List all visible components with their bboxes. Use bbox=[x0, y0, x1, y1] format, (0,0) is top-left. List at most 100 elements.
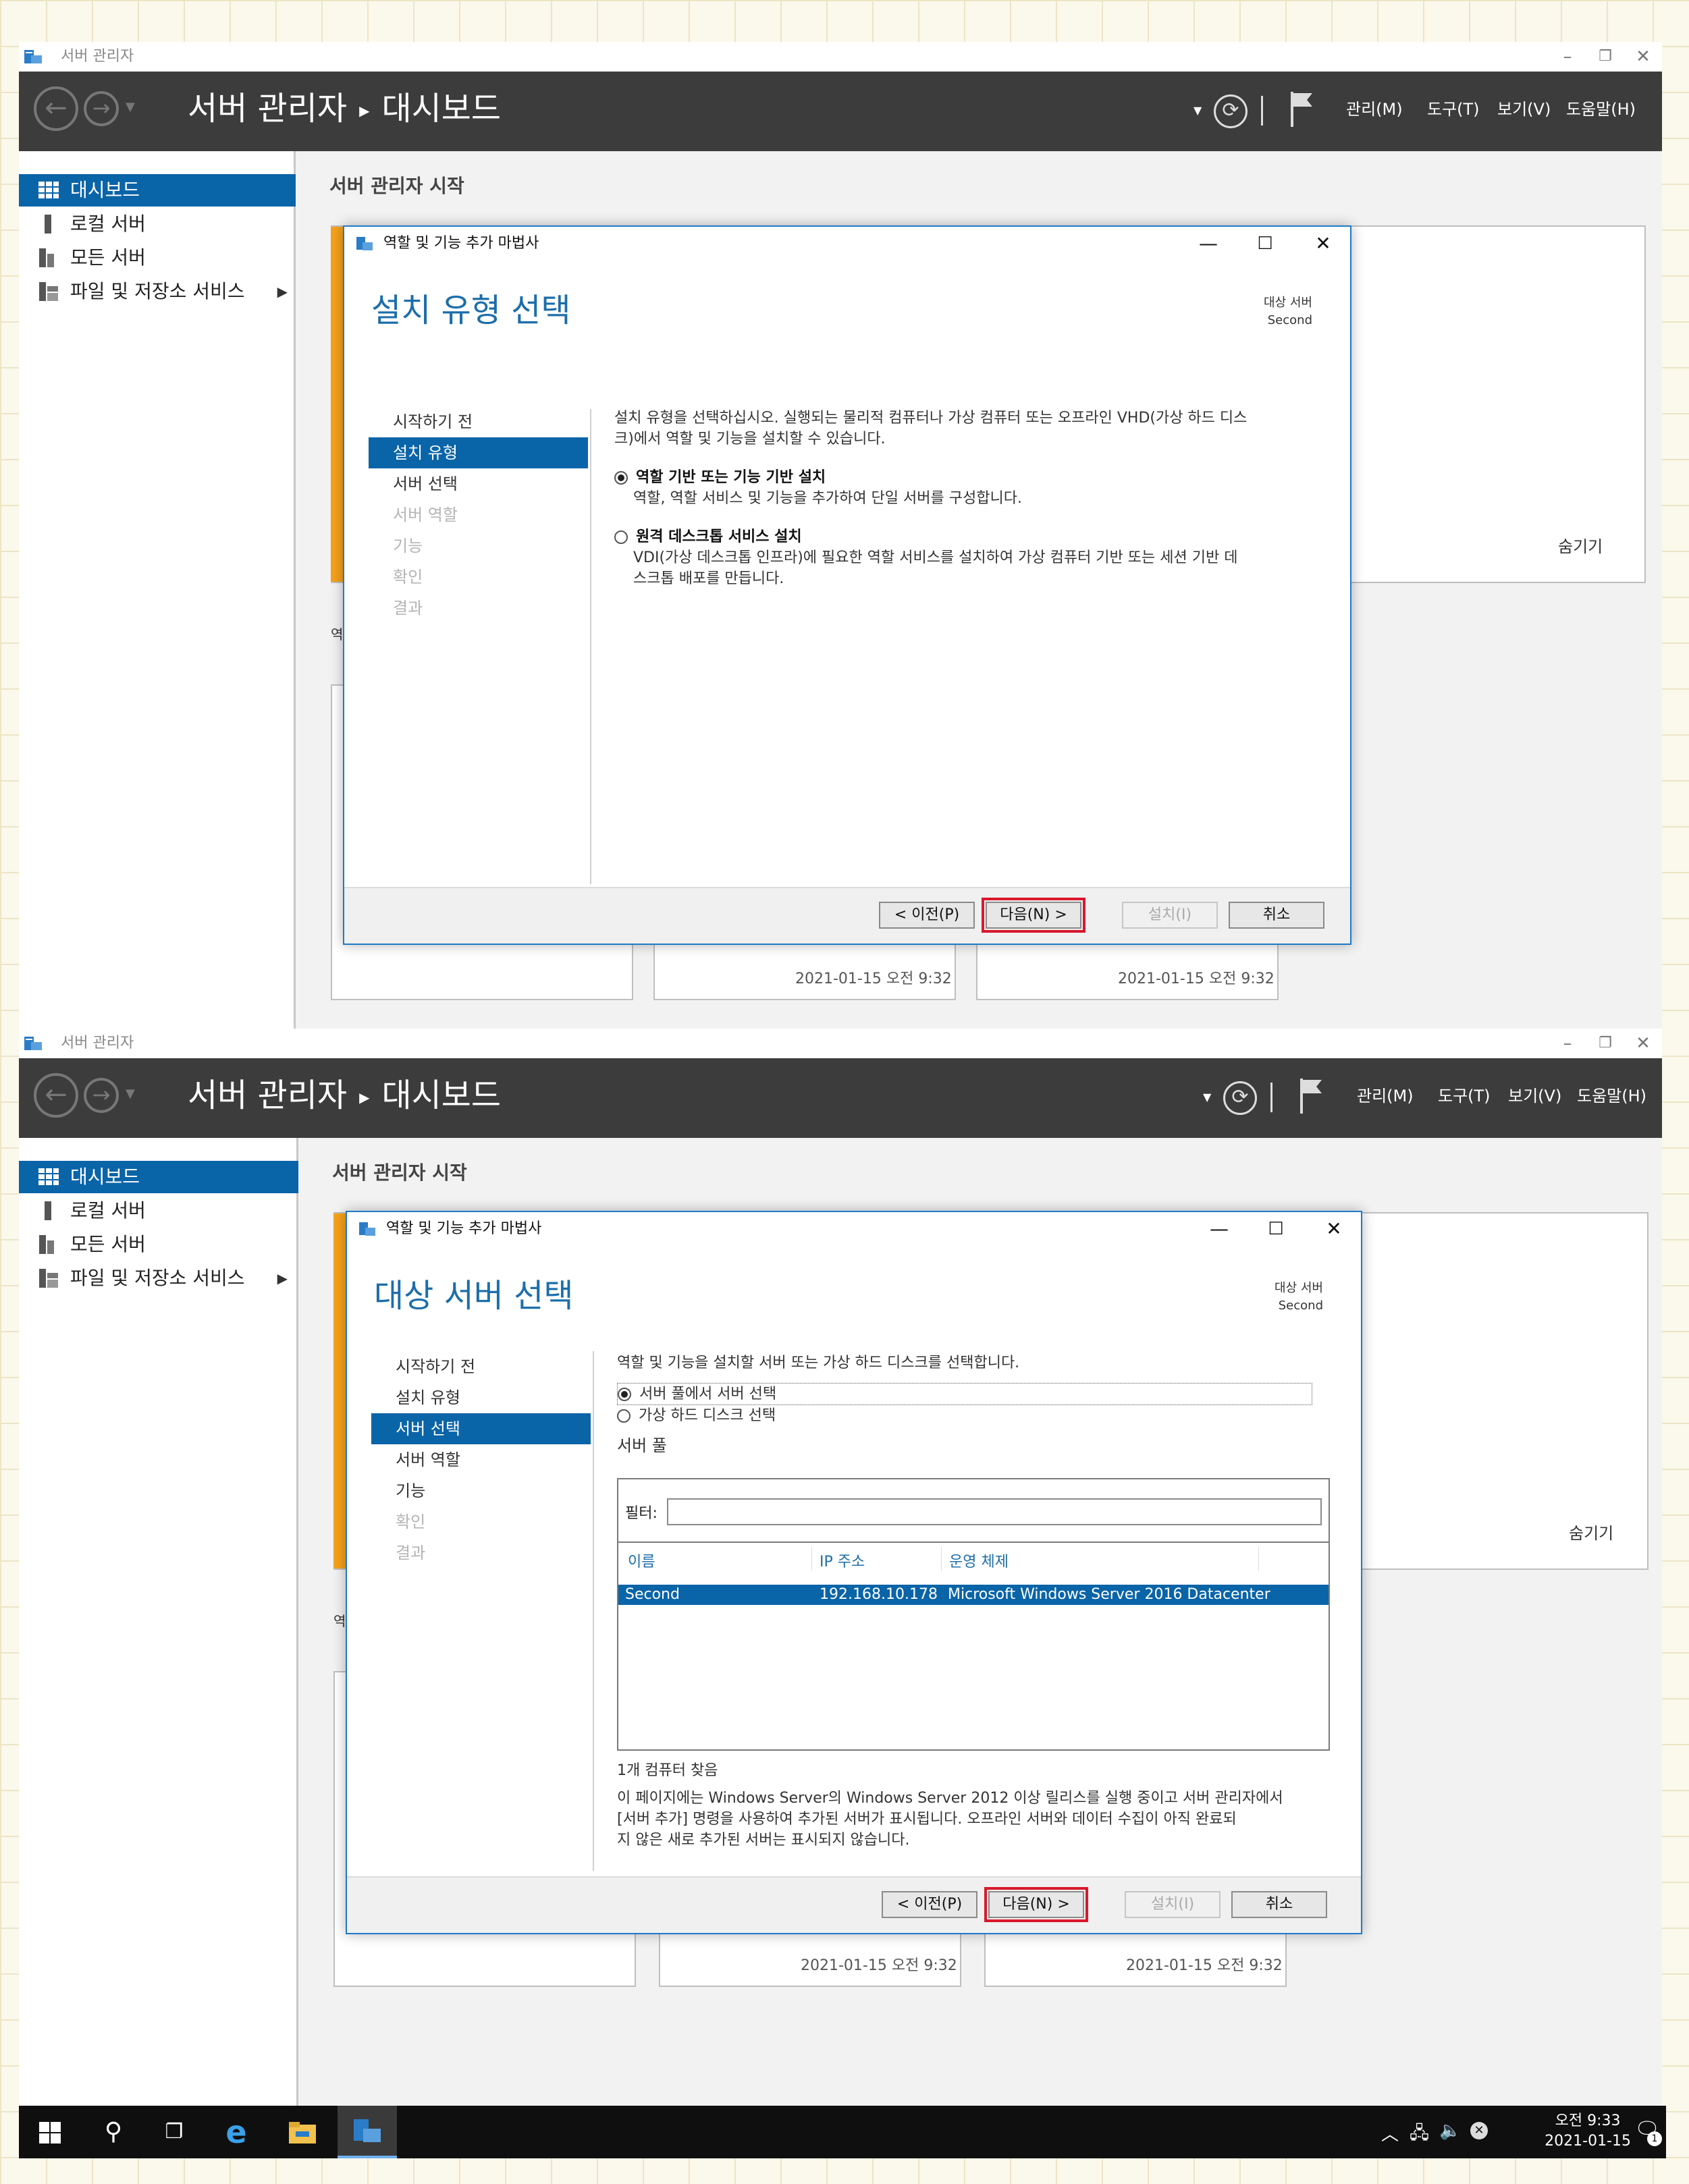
refresh-icon[interactable]: ⟳ bbox=[1214, 94, 1248, 128]
notifications-flag-icon[interactable] bbox=[1288, 90, 1315, 128]
menu-tools[interactable]: 도구(T) bbox=[1427, 96, 1480, 123]
next-button[interactable]: 다음(N) > bbox=[984, 1887, 1088, 1922]
step-server-selection[interactable]: 서버 선택 bbox=[371, 1413, 591, 1444]
menu-manage[interactable]: 관리(M) bbox=[1357, 1083, 1414, 1110]
expand-icon[interactable]: ▶ bbox=[277, 1262, 288, 1294]
step-before-you-begin[interactable]: 시작하기 전 bbox=[369, 406, 588, 437]
sidebar-item-all-servers[interactable]: 모든 서버 bbox=[19, 1228, 296, 1261]
column-header-ip[interactable]: IP 주소 bbox=[820, 1550, 865, 1571]
step-server-selection[interactable]: 서버 선택 bbox=[369, 468, 588, 499]
sidebar-item-local-server[interactable]: 로컬 서버 bbox=[19, 1195, 296, 1227]
dialog-title-bar[interactable]: 역할 및 기능 추가 마법사 — ☐ ✕ bbox=[344, 227, 1350, 261]
menu-help[interactable]: 도움말(H) bbox=[1566, 96, 1636, 123]
network-icon[interactable]: 🖧 bbox=[1410, 2121, 1429, 2150]
minimize-icon[interactable]: – bbox=[1549, 1029, 1586, 1058]
clock-date: 2021-01-15 bbox=[1545, 2133, 1631, 2150]
intro-text: 역할 및 기능을 설치할 서버 또는 가상 하드 디스크를 선택합니다. bbox=[617, 1355, 1020, 1371]
forward-icon[interactable]: → bbox=[84, 1078, 119, 1113]
filter-input[interactable] bbox=[667, 1498, 1322, 1525]
title-bar[interactable]: 서버 관리자 – ❐ ✕ bbox=[19, 1029, 1662, 1058]
refresh-icon[interactable]: ⟳ bbox=[1223, 1081, 1257, 1115]
sidebar-item-storage[interactable]: 파일 및 저장소 서비스 ▶ bbox=[19, 275, 296, 308]
step-features[interactable]: 기능 bbox=[371, 1475, 591, 1506]
step-installation-type[interactable]: 설치 유형 bbox=[371, 1382, 591, 1413]
sidebar-item-storage[interactable]: 파일 및 저장소 서비스 ▶ bbox=[19, 1262, 296, 1294]
restore-icon[interactable]: ❐ bbox=[1586, 42, 1624, 72]
tray-expand-icon[interactable]: ︿ bbox=[1381, 2121, 1399, 2146]
dialog-maximize-icon[interactable]: ☐ bbox=[1238, 227, 1292, 261]
status-error-icon[interactable]: ✕ bbox=[1470, 2122, 1488, 2139]
task-view-icon[interactable]: ❐ bbox=[147, 2106, 201, 2158]
restore-icon[interactable]: ❐ bbox=[1586, 1029, 1624, 1058]
notifications-flag-icon[interactable] bbox=[1297, 1077, 1324, 1115]
column-header-os[interactable]: 운영 체제 bbox=[949, 1550, 1009, 1571]
next-button[interactable]: 다음(N) > bbox=[982, 898, 1085, 933]
previous-button[interactable]: < 이전(P) bbox=[879, 902, 975, 929]
cancel-button[interactable]: 취소 bbox=[1231, 1891, 1327, 1918]
title-bar[interactable]: 서버 관리자 – ❐ ✕ bbox=[19, 42, 1662, 72]
menu-help[interactable]: 도움말(H) bbox=[1577, 1083, 1646, 1110]
radio-unselected-icon[interactable] bbox=[617, 1409, 631, 1423]
sidebar-item-dashboard[interactable]: 대시보드 bbox=[19, 174, 296, 207]
volume-muted-icon[interactable]: 🔈 bbox=[1439, 2121, 1461, 2141]
previous-button[interactable]: < 이전(P) bbox=[882, 1891, 977, 1918]
dialog-title: 역할 및 기능 추가 마법사 bbox=[386, 1220, 542, 1237]
page-title: 서버 관리자 시작 bbox=[332, 1162, 467, 1184]
table-row[interactable]: Second 192.168.10.178 Microsoft Windows … bbox=[618, 1585, 1329, 1605]
refresh-dropdown-icon[interactable]: ▼ bbox=[1194, 104, 1202, 117]
radio-virtual-disk[interactable]: 가상 하드 디스크 선택 bbox=[617, 1405, 1335, 1426]
column-header-name[interactable]: 이름 bbox=[628, 1550, 655, 1571]
dialog-close-icon[interactable]: ✕ bbox=[1296, 227, 1350, 261]
option-role-based[interactable]: 역할 기반 또는 기능 기반 설치 bbox=[614, 467, 1324, 488]
target-server: 대상 서버 Second bbox=[1275, 1280, 1323, 1315]
refresh-dropdown-icon[interactable]: ▼ bbox=[1203, 1091, 1211, 1103]
sidebar-item-local-server[interactable]: 로컬 서버 bbox=[19, 208, 296, 240]
menu-view[interactable]: 보기(V) bbox=[1497, 96, 1551, 123]
breadcrumb-root[interactable]: 서버 관리자 bbox=[188, 90, 347, 128]
hide-link[interactable]: 숨기기 bbox=[1569, 1520, 1613, 1544]
dialog-close-icon[interactable]: ✕ bbox=[1307, 1212, 1361, 1246]
close-icon[interactable]: ✕ bbox=[1624, 1029, 1662, 1058]
header-divider bbox=[1270, 1083, 1272, 1112]
dialog-minimize-icon[interactable]: — bbox=[1192, 1212, 1246, 1246]
step-installation-type[interactable]: 설치 유형 bbox=[369, 437, 588, 468]
sidebar-item-all-servers[interactable]: 모든 서버 bbox=[19, 242, 296, 274]
clock[interactable]: 오전 9:33 2021-01-15 bbox=[1545, 2111, 1631, 2152]
menu-tools[interactable]: 도구(T) bbox=[1438, 1083, 1491, 1110]
breadcrumb-separator-icon: ▶ bbox=[359, 103, 370, 119]
internet-explorer-icon[interactable]: e bbox=[209, 2106, 263, 2158]
start-icon[interactable] bbox=[39, 2122, 61, 2144]
dialog-title-bar[interactable]: 역할 및 기능 추가 마법사 — ☐ ✕ bbox=[347, 1212, 1361, 1246]
back-icon[interactable]: ← bbox=[34, 1073, 78, 1118]
option-role-based-label: 역할 기반 또는 기능 기반 설치 bbox=[636, 469, 826, 486]
option-remote-desktop[interactable]: 원격 데스크톱 서비스 설치 bbox=[614, 526, 1324, 547]
server-pool-label: 서버 풀 bbox=[617, 1436, 667, 1455]
search-icon[interactable]: ⚲ bbox=[86, 2106, 140, 2158]
install-button: 설치(I) bbox=[1125, 1891, 1221, 1918]
minimize-icon[interactable]: – bbox=[1549, 42, 1586, 72]
close-icon[interactable]: ✕ bbox=[1624, 42, 1662, 72]
forward-icon[interactable]: → bbox=[84, 91, 119, 126]
breadcrumb-root[interactable]: 서버 관리자 bbox=[188, 1076, 347, 1114]
radio-server-pool[interactable]: 서버 풀에서 서버 선택 bbox=[617, 1383, 1312, 1405]
step-server-roles[interactable]: 서버 역할 bbox=[371, 1444, 591, 1475]
radio-selected-icon[interactable] bbox=[618, 1388, 631, 1401]
radio-unselected-icon[interactable] bbox=[614, 530, 628, 544]
history-dropdown-icon[interactable]: ▼ bbox=[126, 1087, 135, 1101]
storage-icon bbox=[39, 1269, 58, 1288]
hide-link[interactable]: 숨기기 bbox=[1558, 533, 1603, 557]
expand-icon[interactable]: ▶ bbox=[277, 275, 288, 308]
history-dropdown-icon[interactable]: ▼ bbox=[126, 100, 135, 114]
sidebar-item-dashboard[interactable]: 대시보드 bbox=[19, 1161, 298, 1193]
back-icon[interactable]: ← bbox=[34, 86, 78, 131]
menu-manage[interactable]: 관리(M) bbox=[1346, 96, 1403, 123]
dialog-maximize-icon[interactable]: ☐ bbox=[1249, 1212, 1303, 1246]
taskbar-server-manager[interactable] bbox=[338, 2106, 397, 2158]
cancel-button[interactable]: 취소 bbox=[1229, 902, 1324, 929]
dialog-minimize-icon[interactable]: — bbox=[1181, 227, 1235, 261]
radio-selected-icon[interactable] bbox=[614, 471, 628, 485]
add-roles-wizard-dialog: 역할 및 기능 추가 마법사 — ☐ ✕ 설치 유형 선택 대상 서버 Secon… bbox=[343, 225, 1351, 945]
step-before-you-begin[interactable]: 시작하기 전 bbox=[371, 1351, 591, 1382]
menu-view[interactable]: 보기(V) bbox=[1508, 1083, 1561, 1110]
file-explorer-icon[interactable] bbox=[288, 2119, 317, 2145]
